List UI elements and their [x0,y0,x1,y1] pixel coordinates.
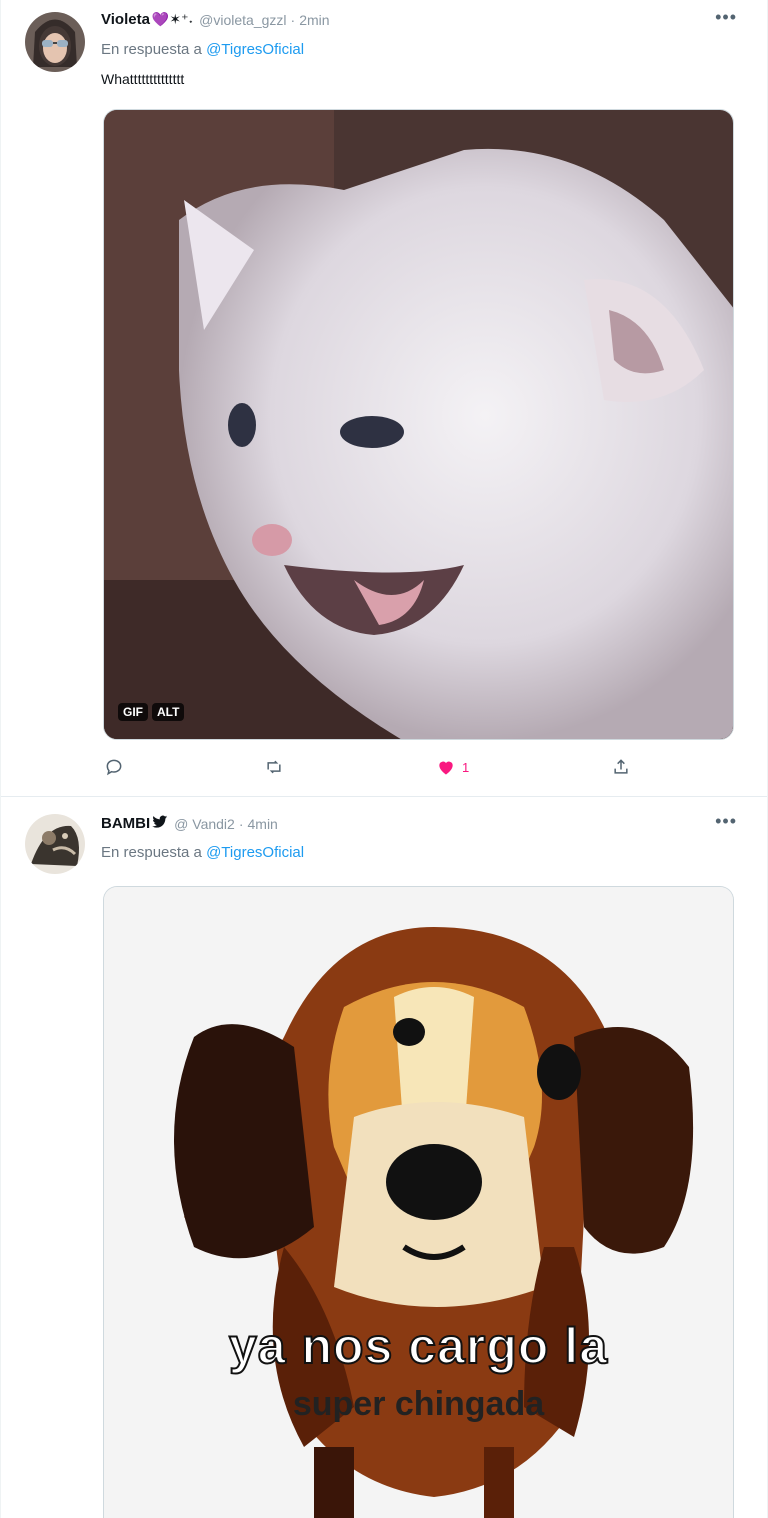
alt-badge[interactable]: ALT [152,703,185,721]
tweet-actions: 1 [101,757,641,783]
gif-media[interactable]: GIF ALT [103,109,734,740]
reply-prefix: En respuesta a [101,844,202,861]
more-icon[interactable]: ••• [715,811,737,832]
tweet[interactable]: BAMBI @ Vandi2 · 4min ••• En respuesta a… [1,798,767,1518]
name-emoji-badge: 💜✶⁺˖ [151,11,194,27]
kitten-gif-image [104,110,733,739]
user-handle[interactable]: @violeta_gzzl [199,12,286,28]
retweet-button[interactable] [264,757,290,777]
timeline-feed: Violeta 💜✶⁺˖ @violeta_gzzl · 2min ••• En… [0,0,768,1518]
timestamp[interactable]: 4min [248,816,278,832]
reply-mention-link[interactable]: @TigresOficial [206,41,304,58]
user-handle[interactable]: @ Vandi2 [174,816,235,832]
image-media[interactable]: ya nos cargo la super chingada [103,886,734,1518]
meme-caption-line2: super chingada [292,1385,545,1423]
separator-dot: · [290,11,296,28]
bird-icon [152,815,168,832]
reply-button[interactable] [104,757,130,777]
display-name[interactable]: Violeta [101,11,150,28]
reply-context: En respuesta a @TigresOficial [101,844,304,861]
reply-mention-link[interactable]: @TigresOficial [206,844,304,861]
display-name[interactable]: BAMBI [101,815,150,832]
tweet-header: BAMBI @ Vandi2 · 4min ••• [101,811,737,832]
heart-icon [439,761,453,775]
gif-badges: GIF ALT [118,703,185,721]
separator-dot: · [238,815,244,832]
retweet-icon [267,760,281,774]
like-button[interactable]: 1 [436,757,469,777]
reply-prefix: En respuesta a [101,41,202,58]
reply-icon [106,759,122,776]
share-button[interactable] [611,757,637,777]
gif-badge: GIF [118,703,148,721]
timestamp[interactable]: 2min [299,12,329,28]
avatar[interactable] [25,12,85,72]
reply-context: En respuesta a @TigresOficial [101,41,304,58]
avatar[interactable] [25,814,85,874]
tweet[interactable]: Violeta 💜✶⁺˖ @violeta_gzzl · 2min ••• En… [1,0,767,797]
tweet-header: Violeta 💜✶⁺˖ @violeta_gzzl · 2min ••• [101,7,737,28]
like-count: 1 [462,759,470,775]
tweet-text: Whatttttttttttttt [101,71,185,87]
more-icon[interactable]: ••• [715,7,737,28]
share-icon [614,759,628,774]
meme-caption-line1: ya nos cargo la [228,1317,609,1375]
